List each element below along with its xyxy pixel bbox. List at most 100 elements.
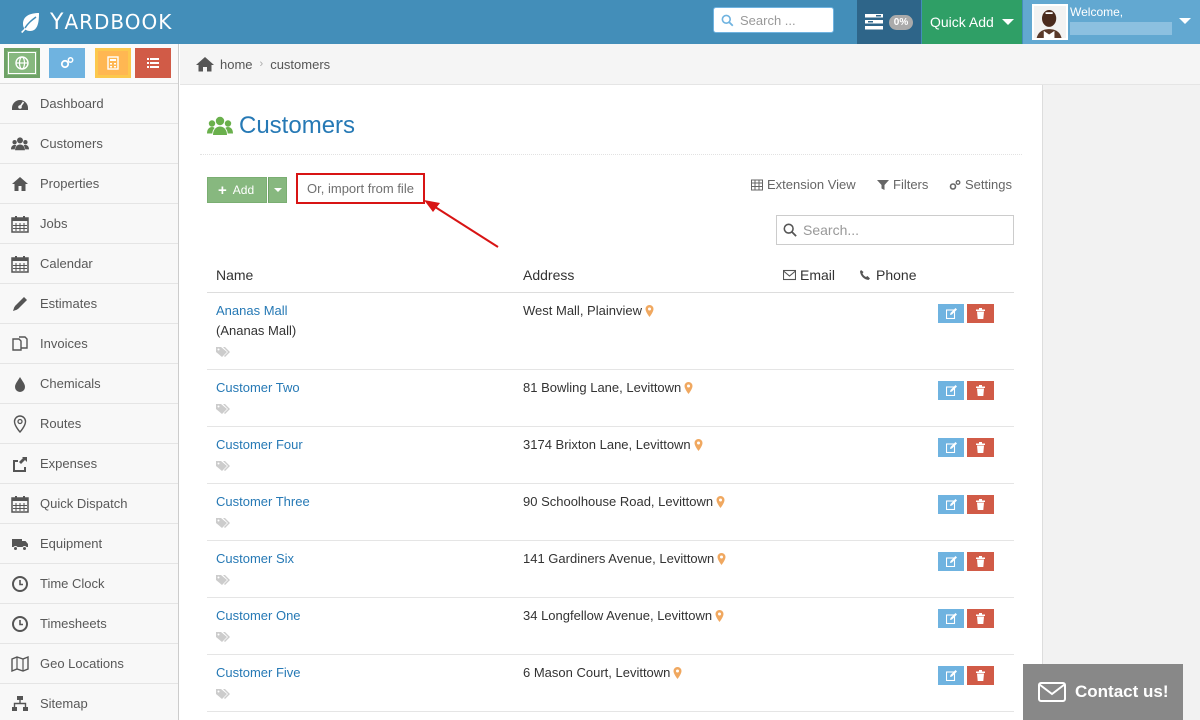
customer-name-link[interactable]: Customer One — [216, 608, 301, 623]
customer-address: 3174 Brixton Lane, Levittown — [523, 437, 703, 452]
sidebar-item-calendar[interactable]: Calendar — [0, 244, 178, 284]
sidebar-item-customers[interactable]: Customers — [0, 124, 178, 164]
delete-button[interactable] — [967, 552, 994, 571]
brand-rest: ARDBOOK — [64, 10, 173, 34]
customer-address: 141 Gardiners Avenue, Levittown — [523, 551, 726, 566]
delete-button[interactable] — [967, 438, 994, 457]
tags-icon[interactable] — [216, 460, 230, 472]
map-marker-icon[interactable] — [673, 666, 682, 679]
sidebar-item-label: Chemicals — [40, 376, 101, 391]
table-header: Name Address Email Phone — [207, 261, 1014, 293]
customer-name-link[interactable]: Customer Five — [216, 665, 301, 680]
sidebar-item-quick-dispatch[interactable]: Quick Dispatch — [0, 484, 178, 524]
tags-icon[interactable] — [216, 517, 230, 529]
settings-button[interactable]: Settings — [949, 177, 1012, 192]
customer-company: (Ananas Mall) — [216, 323, 297, 338]
edit-button[interactable] — [938, 609, 964, 628]
map-marker-icon[interactable] — [694, 438, 703, 451]
top-search-box[interactable] — [713, 7, 834, 33]
welcome-text: Welcome, — [1070, 5, 1124, 19]
column-header-address[interactable]: Address — [523, 267, 574, 283]
edit-icon — [945, 670, 957, 681]
column-header-name[interactable]: Name — [216, 267, 253, 283]
envelope-icon — [1038, 682, 1066, 702]
quick-add-button[interactable]: Quick Add — [922, 0, 1022, 44]
sidebar-item-label: Estimates — [40, 296, 98, 311]
map-marker-icon[interactable] — [645, 304, 654, 317]
edit-icon — [945, 556, 957, 567]
extension-view-button[interactable]: Extension View — [751, 177, 856, 192]
sidebar-item-estimates[interactable]: Estimates — [0, 284, 178, 324]
customer-name-link[interactable]: Customer Four — [216, 437, 303, 452]
brand-logo[interactable]: Y ARDBOOK — [18, 8, 172, 36]
user-menu[interactable]: Welcome, — [1023, 0, 1200, 44]
table-search-input[interactable] — [803, 222, 1003, 238]
sidebar-item-time-clock[interactable]: Time Clock — [0, 564, 178, 604]
shortcut-cogs-button[interactable] — [49, 48, 85, 78]
tags-icon[interactable] — [216, 346, 230, 358]
edit-button[interactable] — [938, 666, 964, 685]
sidebar-item-geo-locations[interactable]: Geo Locations — [0, 644, 178, 684]
tags-icon[interactable] — [216, 574, 230, 586]
column-header-phone-label: Phone — [876, 267, 917, 283]
map-marker-icon[interactable] — [684, 381, 693, 394]
extension-view-label: Extension View — [767, 177, 856, 192]
search-icon — [721, 14, 734, 26]
customer-name-link[interactable]: Customer Two — [216, 380, 300, 395]
user-name-redacted — [1070, 22, 1172, 35]
import-from-file-link[interactable]: Or, import from file — [296, 173, 425, 204]
tasks-progress-button[interactable]: 0% — [857, 0, 921, 44]
shortcut-list-button[interactable] — [135, 48, 171, 78]
sidebar-item-chemicals[interactable]: Chemicals — [0, 364, 178, 404]
edit-button[interactable] — [938, 552, 964, 571]
sidebar-item-expenses[interactable]: Expenses — [0, 444, 178, 484]
tags-icon[interactable] — [216, 631, 230, 643]
contact-us-label: Contact us! — [1075, 682, 1169, 701]
customer-name-link[interactable]: Customer Three — [216, 494, 310, 509]
sidebar-shortcuts — [0, 44, 178, 84]
sidebar-item-jobs[interactable]: Jobs — [0, 204, 178, 244]
clock-icon — [12, 615, 28, 632]
add-customer-button[interactable]: + Add — [207, 177, 267, 203]
sidebar-item-sitemap[interactable]: Sitemap — [0, 684, 178, 720]
delete-button[interactable] — [967, 304, 994, 323]
shortcut-calculator-button[interactable] — [95, 48, 131, 78]
map-marker-icon[interactable] — [715, 609, 724, 622]
breadcrumb-home-link[interactable]: home — [220, 57, 253, 72]
column-header-phone[interactable]: Phone — [859, 267, 916, 283]
calendar-icon — [11, 495, 29, 513]
tags-icon[interactable] — [216, 403, 230, 415]
add-dropdown-toggle[interactable] — [268, 177, 287, 203]
sidebar-item-properties[interactable]: Properties — [0, 164, 178, 204]
edit-button[interactable] — [938, 495, 964, 514]
tags-icon[interactable] — [216, 688, 230, 700]
shortcut-globe-button[interactable] — [4, 48, 40, 78]
map-marker-icon[interactable] — [716, 495, 725, 508]
table-row: Customer Six 141 Gardiners Avenue, Levit… — [207, 541, 1014, 598]
top-search-input[interactable] — [740, 12, 828, 28]
table-search-box[interactable] — [776, 215, 1014, 245]
sidebar-item-invoices[interactable]: Invoices — [0, 324, 178, 364]
contact-us-button[interactable]: Contact us! — [1023, 664, 1183, 720]
sidebar-item-routes[interactable]: Routes — [0, 404, 178, 444]
customer-name-link[interactable]: Ananas Mall — [216, 303, 288, 318]
sidebar-item-dashboard[interactable]: Dashboard — [0, 84, 178, 124]
sidebar-item-label: Quick Dispatch — [40, 496, 128, 511]
sidebar-item-timesheets[interactable]: Timesheets — [0, 604, 178, 644]
filters-button[interactable]: Filters — [877, 177, 928, 192]
map-marker-icon — [13, 414, 27, 433]
delete-button[interactable] — [967, 495, 994, 514]
sitemap-icon — [12, 695, 28, 711]
edit-button[interactable] — [938, 438, 964, 457]
customer-address-text: West Mall, Plainview — [523, 303, 642, 318]
sidebar-item-equipment[interactable]: Equipment — [0, 524, 178, 564]
trash-icon — [976, 308, 985, 319]
column-header-email[interactable]: Email — [783, 267, 835, 283]
edit-button[interactable] — [938, 304, 964, 323]
delete-button[interactable] — [967, 381, 994, 400]
map-marker-icon[interactable] — [717, 552, 726, 565]
delete-button[interactable] — [967, 609, 994, 628]
customer-name-link[interactable]: Customer Six — [216, 551, 294, 566]
delete-button[interactable] — [967, 666, 994, 685]
edit-button[interactable] — [938, 381, 964, 400]
